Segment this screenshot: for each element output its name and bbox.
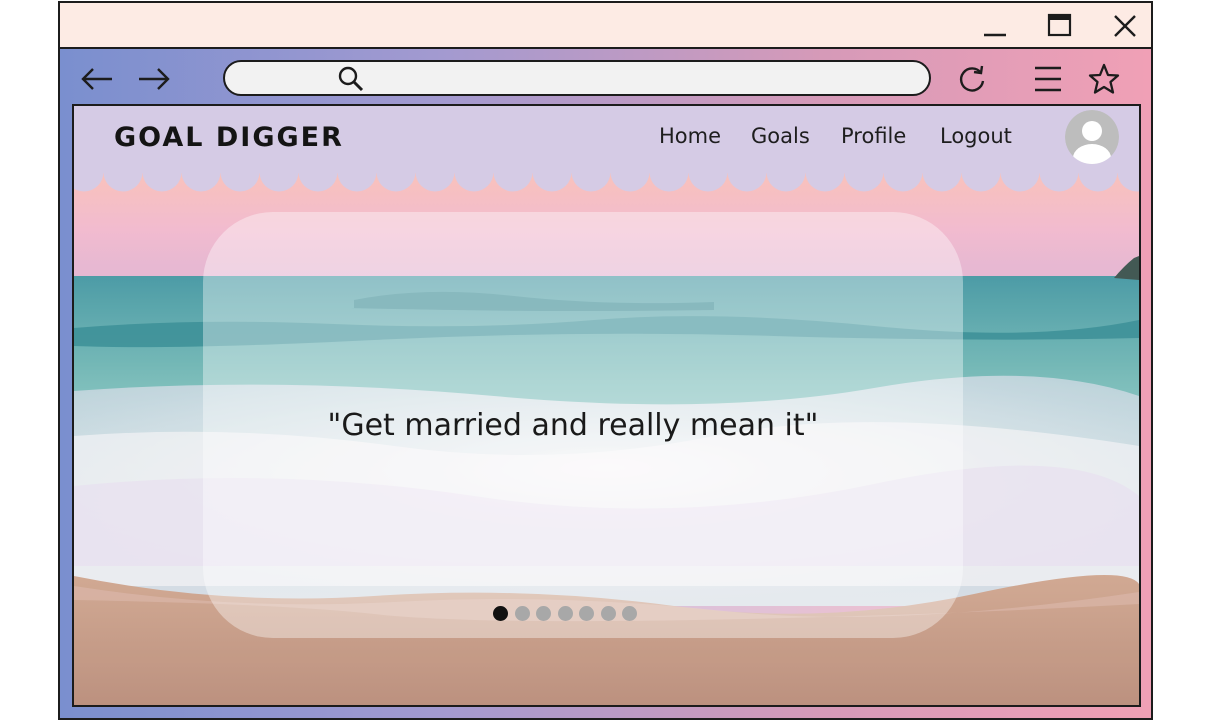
star-icon [1088, 63, 1120, 94]
minimize-icon [984, 33, 1006, 37]
address-input[interactable] [375, 66, 919, 92]
maximize-icon [1047, 13, 1072, 37]
bookmark-button[interactable] [1084, 59, 1124, 99]
user-avatar[interactable] [1065, 110, 1119, 164]
quote-card: "Get married and really mean it" [203, 212, 963, 638]
nav-profile-link[interactable]: Profile [841, 124, 906, 148]
carousel-dot-3[interactable] [536, 606, 551, 621]
site-header: GOAL DIGGER Home Goals Profile Logout [74, 106, 1139, 172]
carousel-dot-5[interactable] [579, 606, 594, 621]
title-bar [60, 3, 1151, 49]
user-avatar-icon [1065, 110, 1119, 164]
carousel-dot-7[interactable] [622, 606, 637, 621]
nav-home-link[interactable]: Home [659, 124, 721, 148]
back-button[interactable] [77, 59, 117, 99]
address-bar[interactable] [223, 60, 931, 96]
close-icon [1114, 15, 1136, 37]
search-icon [337, 65, 365, 98]
brand-logo[interactable]: GOAL DIGGER [114, 122, 344, 153]
arrow-left-icon [81, 68, 112, 90]
reload-icon [959, 65, 985, 92]
reload-button[interactable] [952, 59, 992, 99]
carousel-dot-2[interactable] [514, 606, 530, 621]
forward-button[interactable] [134, 59, 174, 99]
browser-window: GOAL DIGGER Home Goals Profile Logout "G… [58, 1, 1153, 720]
hamburger-menu-icon [1035, 66, 1061, 92]
menu-button[interactable] [1028, 59, 1068, 99]
carousel-dot-4[interactable] [557, 606, 573, 621]
arrow-right-icon [139, 68, 170, 90]
nav-goals-link[interactable]: Goals [751, 124, 810, 148]
close-button[interactable] [1108, 9, 1142, 43]
maximize-button[interactable] [1043, 9, 1077, 43]
page-viewport: GOAL DIGGER Home Goals Profile Logout "G… [72, 104, 1141, 707]
carousel-dot-1[interactable] [493, 606, 508, 621]
browser-chrome: GOAL DIGGER Home Goals Profile Logout "G… [60, 49, 1151, 718]
scallop-border [74, 170, 1139, 192]
carousel-dot-6[interactable] [600, 606, 616, 621]
nav-logout-link[interactable]: Logout [940, 124, 1012, 148]
goal-quote-text: "Get married and really mean it" [327, 408, 819, 443]
minimize-button[interactable] [978, 9, 1012, 43]
